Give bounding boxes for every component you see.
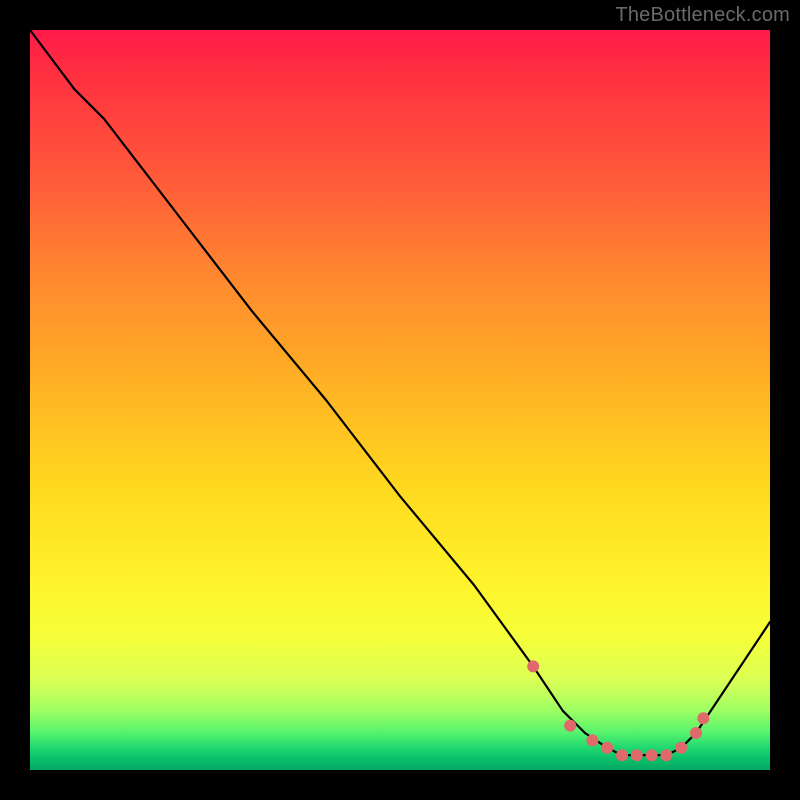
curve-layer xyxy=(30,30,770,770)
chart-stage: TheBottleneck.com xyxy=(0,0,800,800)
marker-dot xyxy=(527,660,539,672)
bottleneck-curve xyxy=(30,30,770,755)
marker-dot xyxy=(660,749,672,761)
marker-dot xyxy=(646,749,658,761)
marker-dots xyxy=(527,660,709,761)
marker-dot xyxy=(586,734,598,746)
marker-dot xyxy=(601,742,613,754)
marker-dot xyxy=(564,720,576,732)
marker-dot xyxy=(697,712,709,724)
watermark-text: TheBottleneck.com xyxy=(615,4,790,27)
marker-dot xyxy=(690,727,702,739)
marker-dot xyxy=(631,749,643,761)
marker-dot xyxy=(675,742,687,754)
gradient-plot-area xyxy=(30,30,770,770)
marker-dot xyxy=(616,749,628,761)
